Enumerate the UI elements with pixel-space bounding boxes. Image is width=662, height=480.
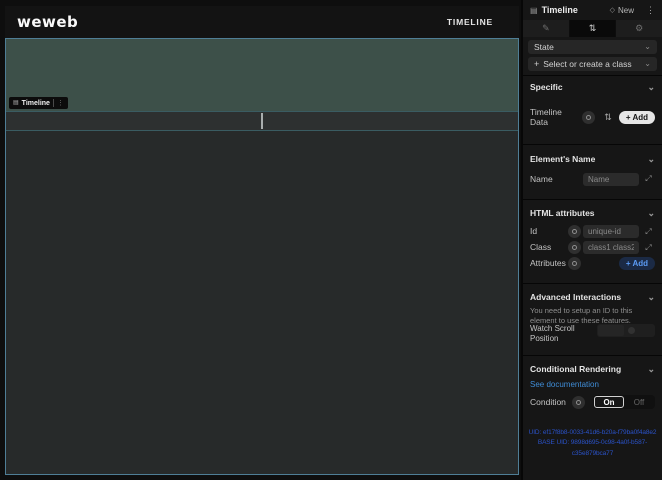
panel-header: ▤ Timeline ◇ New ⋮ <box>523 0 662 20</box>
section-header-conditional-rendering[interactable]: Conditional Rendering ⌄ <box>523 361 662 377</box>
timeline-body-area[interactable] <box>6 131 518 474</box>
state-dropdown-label: State <box>534 42 554 52</box>
tab-advanced[interactable]: ⚙ <box>616 20 662 37</box>
plus-icon: + <box>534 59 539 69</box>
badge-menu-icon[interactable]: ⋮ <box>57 100 64 107</box>
state-dropdown[interactable]: State ⌄ <box>528 40 657 54</box>
panel-tab-bar: ✎ ⇅ ⚙ <box>523 20 662 37</box>
timeline-data-row: Timeline Data ⇅ + Add <box>523 103 662 131</box>
condition-on-option[interactable]: On <box>594 396 624 408</box>
watch-scroll-label: Watch Scroll Position <box>530 324 586 343</box>
timeline-data-label: Timeline Data <box>530 107 568 127</box>
attributes-row: Attributes + Add <box>523 256 662 271</box>
toggle-track <box>598 325 624 336</box>
watch-scroll-toggle-disabled <box>597 324 655 337</box>
bind-data-icon[interactable] <box>572 396 585 409</box>
element-icon: ▤ <box>530 6 538 15</box>
class-input[interactable] <box>583 241 639 254</box>
condition-off-option[interactable]: Off <box>624 396 654 408</box>
section-title: Specific <box>530 82 563 92</box>
panel-title: Timeline <box>542 5 578 15</box>
uid-info: UID: ef17f8b8-0033-41d6-b20a-f79ba0f4a8e… <box>526 428 659 459</box>
expand-icon[interactable]: ⤢ <box>642 173 655 186</box>
name-input[interactable] <box>583 173 639 186</box>
id-input[interactable] <box>583 225 639 238</box>
section-header-element-name[interactable]: Element's Name ⌄ <box>523 151 662 167</box>
element-name-row: Name ⤢ <box>523 171 662 187</box>
section-divider <box>523 199 662 200</box>
weweb-logo: weweb <box>17 13 78 31</box>
section-title: Conditional Rendering <box>530 364 621 374</box>
bind-data-icon[interactable] <box>568 241 581 254</box>
section-header-html-attributes[interactable]: HTML attributes ⌄ <box>523 205 662 221</box>
timeline-header-block[interactable]: ▤ Timeline ⋮ <box>6 39 518 111</box>
tab-style[interactable]: ✎ <box>523 20 569 37</box>
tab-settings[interactable]: ⇅ <box>570 20 616 37</box>
section-title: HTML attributes <box>530 208 595 218</box>
section-header-specific[interactable]: Specific ⌄ <box>523 79 662 95</box>
new-button[interactable]: ◇ New <box>610 6 634 15</box>
element-type-icon: ▤ <box>13 100 19 106</box>
strip-column-divider <box>261 113 263 129</box>
name-label: Name <box>530 174 553 184</box>
class-label: Class <box>530 242 568 252</box>
section-divider <box>523 283 662 284</box>
timeline-row-strip[interactable] <box>6 111 518 131</box>
editor-canvas: weweb TIMELINE ▤ Timeline ⋮ <box>0 0 521 480</box>
page-title: TIMELINE <box>447 17 493 27</box>
new-button-label: New <box>618 6 634 15</box>
kebab-menu-icon[interactable]: ⋮ <box>646 5 655 16</box>
section-title: Advanced Interactions <box>530 292 621 302</box>
sliders-icon: ⇅ <box>589 23 597 34</box>
bind-data-icon[interactable] <box>582 111 595 124</box>
bind-data-icon[interactable] <box>568 257 581 270</box>
sort-icon[interactable]: ⇅ <box>604 112 612 123</box>
badge-divider <box>53 99 54 107</box>
advanced-interactions-helper-text: You need to setup an ID to this element … <box>530 306 655 326</box>
timeline-element-selection[interactable]: ▤ Timeline ⋮ <box>5 38 519 475</box>
bind-data-icon[interactable] <box>568 225 581 238</box>
selected-element-badge[interactable]: ▤ Timeline ⋮ <box>9 97 68 109</box>
section-divider <box>523 355 662 356</box>
element-settings-panel: ▤ Timeline ◇ New ⋮ ✎ ⇅ ⚙ State ⌄ + <box>523 0 662 480</box>
section-divider <box>523 75 662 76</box>
add-timeline-data-button[interactable]: + Add <box>619 111 655 124</box>
base-uid-value: BASE UID: 9898d695-0c98-4a0f-b587-c35e87… <box>526 438 659 459</box>
class-selector-label: Select or create a class <box>543 59 631 69</box>
expand-icon[interactable]: ⤢ <box>642 241 655 254</box>
attributes-label: Attributes <box>530 258 568 268</box>
section-header-advanced-interactions[interactable]: Advanced Interactions ⌄ <box>523 289 662 305</box>
condition-label: Condition <box>530 397 570 407</box>
condition-on-off-toggle: On Off <box>593 395 655 409</box>
add-attribute-button[interactable]: + Add <box>619 257 655 270</box>
section-divider <box>523 144 662 145</box>
condition-row: Condition On Off <box>523 394 662 410</box>
canvas-page-header: weweb TIMELINE <box>5 6 519 38</box>
class-attribute-row: Class ⤢ <box>523 240 662 255</box>
id-label: Id <box>530 226 568 236</box>
watch-scroll-position-row: Watch Scroll Position <box>523 324 662 346</box>
weweb-editor-window: weweb TIMELINE ▤ Timeline ⋮ ▤ Timeline <box>0 0 662 480</box>
brush-icon: ✎ <box>542 23 550 34</box>
toggle-knob <box>628 327 635 334</box>
section-title: Element's Name <box>530 154 595 164</box>
uid-value: UID: ef17f8b8-0033-41d6-b20a-f79ba0f4a8e… <box>526 428 659 438</box>
gear-icon: ⚙ <box>635 23 643 34</box>
diamond-icon: ◇ <box>610 6 615 14</box>
see-documentation-link[interactable]: See documentation <box>530 380 599 389</box>
badge-label: Timeline <box>22 100 50 107</box>
id-attribute-row: Id ⤢ <box>523 224 662 239</box>
expand-icon[interactable]: ⤢ <box>642 225 655 238</box>
class-selector-dropdown[interactable]: + Select or create a class ⌄ <box>528 57 657 71</box>
